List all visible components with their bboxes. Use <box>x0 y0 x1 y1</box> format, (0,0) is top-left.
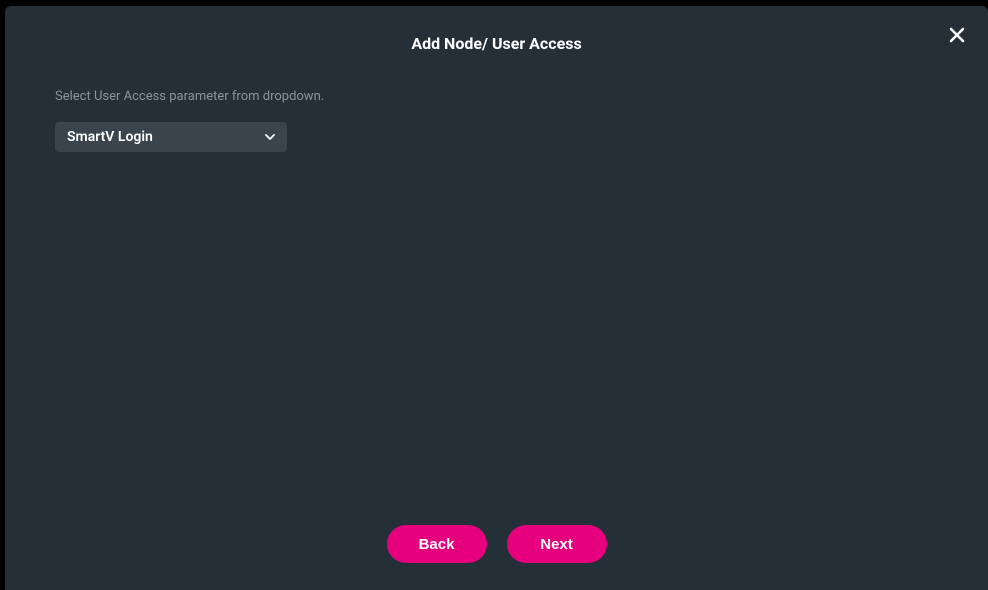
chevron-down-icon <box>265 134 275 140</box>
dropdown-selected-label: SmartV Login <box>67 129 153 145</box>
next-button[interactable]: Next <box>507 525 607 563</box>
modal-footer: Back Next <box>5 525 988 563</box>
user-access-dropdown[interactable]: SmartV Login <box>55 122 287 152</box>
modal-title: Add Node/ User Access <box>25 34 968 53</box>
add-node-modal: Add Node/ User Access Select User Access… <box>5 6 988 590</box>
modal-header: Add Node/ User Access <box>5 6 988 73</box>
close-icon <box>948 26 966 44</box>
instruction-text: Select User Access parameter from dropdo… <box>55 89 938 104</box>
modal-body: Select User Access parameter from dropdo… <box>5 73 988 152</box>
close-button[interactable] <box>944 22 970 48</box>
back-button[interactable]: Back <box>387 525 487 563</box>
